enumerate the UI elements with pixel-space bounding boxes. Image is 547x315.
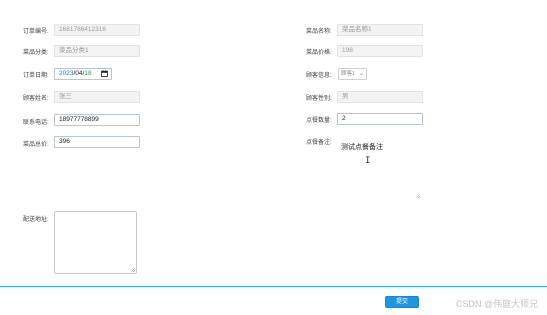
customer-name-field[interactable]: 张三 xyxy=(54,91,140,103)
customer-info-label: 顾客信息: xyxy=(306,73,332,79)
address-label: 配送地址: xyxy=(23,217,49,223)
customer-gender-field[interactable]: 男 xyxy=(337,91,423,103)
date-year: 2023 xyxy=(59,70,74,77)
phone-label: 联系电话: xyxy=(23,120,49,126)
watermark: CSDN @伟庭大师兄 xyxy=(456,299,539,309)
text-cursor-icon: I xyxy=(365,156,371,166)
calendar-icon[interactable] xyxy=(101,70,108,77)
order-no-field[interactable]: 1681786412316 xyxy=(54,24,140,36)
chevron-down-icon: ⌄ xyxy=(358,71,364,77)
customer-name-label: 顾客姓名: xyxy=(23,96,49,102)
order-date-label: 订单日期: xyxy=(23,73,49,79)
dish-price-field[interactable]: 198 xyxy=(337,45,423,57)
date-day: 18 xyxy=(84,70,92,77)
dish-name-field[interactable]: 菜品名称1 xyxy=(337,24,423,36)
phone-input[interactable]: 18977778899 xyxy=(54,114,140,126)
total-price-input[interactable]: 396 xyxy=(54,136,140,148)
address-textarea[interactable] xyxy=(54,211,137,274)
footer-divider xyxy=(0,286,547,287)
order-no-label: 订单编号: xyxy=(23,29,49,35)
quantity-label: 点餐数量: xyxy=(306,118,332,124)
customer-info-select[interactable]: 顾客1 ⌄ xyxy=(338,68,367,80)
customer-info-value: 顾客1 xyxy=(341,71,356,77)
resize-handle-icon[interactable] xyxy=(416,194,420,198)
remark-value: 测试点餐备注 xyxy=(341,144,383,151)
dish-name-label: 菜品名称: xyxy=(306,29,332,35)
remark-label: 点餐备注: xyxy=(306,140,332,146)
resize-handle-icon[interactable] xyxy=(131,268,135,272)
order-date-input[interactable]: 2023/04/18 xyxy=(54,68,112,80)
dish-category-field[interactable]: 菜品分类1 xyxy=(54,45,140,57)
customer-gender-label: 顾客性别: xyxy=(306,96,332,102)
dish-category-label: 菜品分类: xyxy=(23,50,49,56)
submit-button[interactable]: 提交 xyxy=(385,296,419,308)
date-month: 04 xyxy=(75,70,83,77)
total-price-label: 菜品总价: xyxy=(23,142,49,148)
dish-price-label: 菜品价格: xyxy=(306,50,332,56)
quantity-input[interactable]: 2 xyxy=(337,113,423,125)
